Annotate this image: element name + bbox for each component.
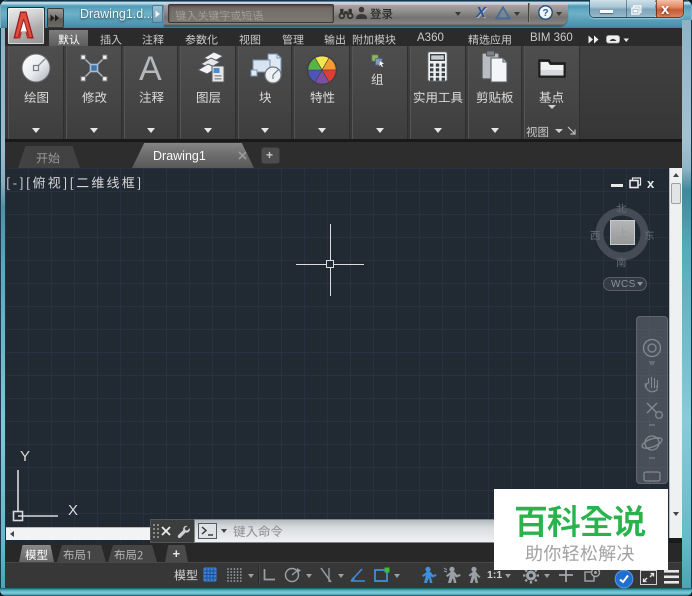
svg-text:?: ?: [542, 8, 548, 19]
svg-text:X: X: [68, 502, 78, 519]
svg-text:Y: Y: [20, 448, 30, 465]
